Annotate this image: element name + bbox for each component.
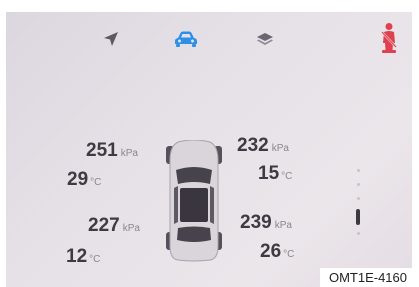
page-dot (357, 232, 360, 235)
page-indicator[interactable] (354, 169, 364, 239)
vehicle-top-view (166, 140, 222, 262)
layers-icon (257, 33, 273, 45)
page-dot (357, 183, 360, 186)
tab-navigation[interactable] (94, 24, 128, 54)
page-dot-active (356, 209, 360, 225)
rear-left-temperature: 12 °C (66, 246, 101, 267)
front-right-pressure: 232 kPa (237, 135, 289, 156)
rear-right-pressure: 239 kPa (240, 212, 292, 233)
figure-code-label: OMT1E-4160 (320, 268, 416, 287)
tab-vehicle[interactable] (169, 24, 203, 54)
rear-right-temperature: 26 °C (260, 241, 295, 262)
front-left-pressure: 251 kPa (86, 140, 138, 161)
seatbelt-warning-icon (381, 23, 397, 53)
rear-left-pressure: 227 kPa (88, 215, 140, 236)
front-right-temperature: 15 °C (258, 163, 293, 184)
tab-layers[interactable] (248, 24, 282, 54)
navigation-arrow-icon (104, 32, 118, 46)
page-dot (357, 197, 360, 200)
car-icon (175, 31, 197, 47)
page-dot (357, 169, 360, 172)
front-left-temperature: 29 °C (67, 169, 102, 190)
top-bar (6, 12, 412, 62)
cluster-screen: 251 kPa 29 °C 232 kPa 15 °C 227 kPa 12 °C 239 k… (6, 12, 412, 287)
